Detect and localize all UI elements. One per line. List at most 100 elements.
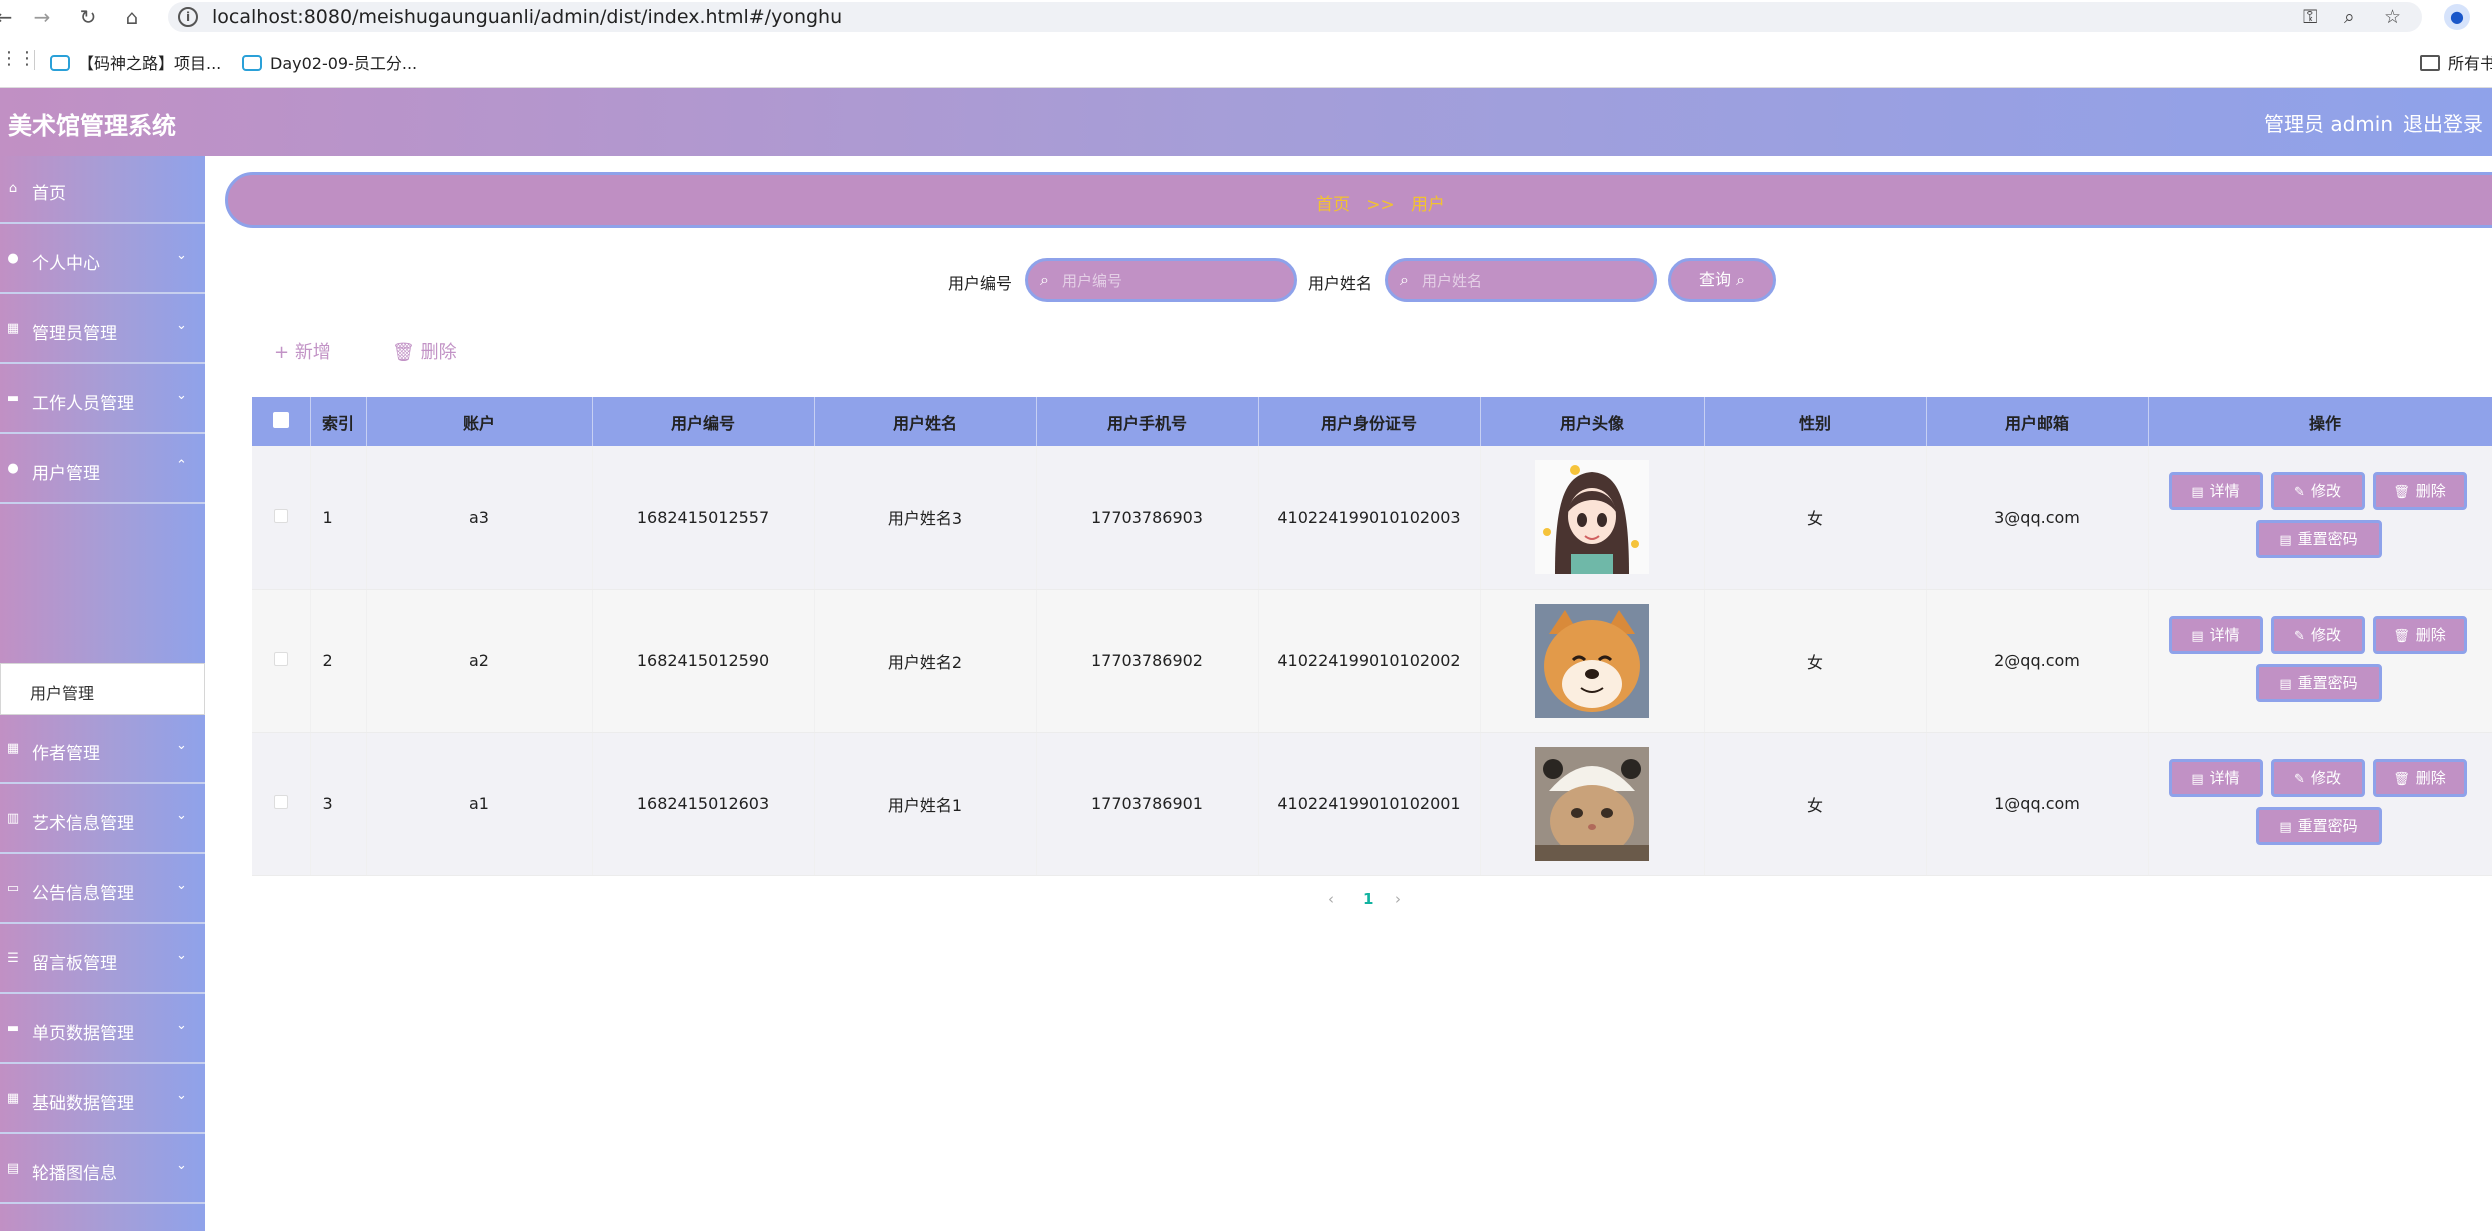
bookmark-label: Day02-09-员工分... (270, 54, 418, 73)
column-header: 用户身份证号 (1258, 397, 1481, 446)
user-no-input-wrap[interactable]: ⌕ (1025, 258, 1297, 302)
table-header-row: 索引 账户 用户编号 用户姓名 用户手机号 用户身份证号 用户头像 性别 用户邮… (252, 397, 2492, 446)
profile-icon[interactable]: ● (2444, 4, 2470, 30)
sidebar-item-label: 公告信息管理 (32, 884, 134, 904)
star-icon[interactable]: ☆ (2384, 6, 2401, 28)
row-checkbox[interactable] (252, 732, 311, 876)
table-row: 2 a2 1682415012590 用户姓名2 17703786902 410… (252, 589, 2492, 733)
user-no-label: 用户编号 (948, 274, 1013, 293)
cell-user-no: 1682415012603 (592, 732, 815, 876)
cell-index: 3 (310, 732, 367, 876)
cell-avatar (1480, 732, 1705, 876)
user-icon: ● (7, 251, 19, 266)
select-all-checkbox[interactable] (252, 397, 311, 446)
user-icon: ● (7, 461, 19, 476)
prev-page-icon[interactable]: ‹ (1328, 890, 1334, 908)
edit-button[interactable]: ✎ 修改 (2270, 615, 2365, 654)
edit-icon: ✎ (2294, 485, 2305, 500)
delete-button[interactable]: 🗑 删除 (2372, 615, 2467, 654)
delete-button-label: 删除 (420, 342, 457, 363)
reset-password-label: 重置密码 (2297, 816, 2358, 835)
column-header: 用户编号 (592, 397, 815, 446)
key-icon[interactable]: ⚿ (2303, 6, 2317, 28)
sidebar-item-label: 基础数据管理 (32, 1094, 134, 1114)
detail-button[interactable]: ▤ 详情 (2168, 758, 2263, 797)
chevron-down-icon: ⌄ (176, 1158, 187, 1173)
cell-user-no: 1682415012590 (592, 589, 815, 733)
detail-button[interactable]: ▤ 详情 (2168, 615, 2263, 654)
reload-icon[interactable]: ↻ (74, 3, 102, 31)
edit-icon: ✎ (2294, 771, 2305, 787)
reset-password-button[interactable]: ▤ 重置密码 (2255, 520, 2382, 558)
reset-password-button[interactable]: ▤ 重置密码 (2255, 663, 2382, 702)
sidebar-item-notice-management[interactable]: ▭ 公告信息管理 ⌄ (0, 856, 205, 924)
all-bookmarks[interactable]: 所有书 (2420, 50, 2492, 74)
folder-icon (2420, 55, 2440, 71)
sidebar-item-user-management[interactable]: ● 用户管理 ⌃ (0, 436, 205, 504)
list-icon: ☰ (7, 951, 19, 966)
add-button-label: 新增 (294, 342, 331, 363)
edit-icon: ✎ (2294, 628, 2305, 644)
sidebar-subitem-user-management[interactable]: 用户管理 (0, 663, 205, 715)
checkbox-icon (273, 508, 288, 523)
edit-button[interactable]: ✎ 修改 (2270, 758, 2365, 797)
breadcrumb-home[interactable]: 首页 (1316, 195, 1350, 215)
user-name-input-wrap[interactable]: ⌕ (1385, 258, 1657, 302)
cell-phone: 17703786901 (1036, 732, 1259, 876)
add-button[interactable]: + 新增 (274, 338, 331, 364)
chevron-up-icon: ⌃ (176, 458, 187, 473)
sidebar-item-staff-management[interactable]: ▬ 工作人员管理 ⌄ (0, 366, 205, 434)
edit-button[interactable]: ✎ 修改 (2270, 472, 2365, 510)
batch-delete-button[interactable]: 🗑 删除 (392, 338, 457, 364)
sidebar-item-single-page-data[interactable]: ▬ 单页数据管理 ⌄ (0, 996, 205, 1064)
sidebar-item-personal-center[interactable]: ● 个人中心 ⌄ (0, 226, 205, 294)
cell-index: 2 (310, 589, 367, 733)
bookmark-item[interactable]: 【码神之路】项目... (50, 50, 221, 74)
reset-password-button[interactable]: ▤ 重置密码 (2255, 806, 2382, 845)
trash-icon: 🗑 (2393, 485, 2410, 500)
cell-name: 用户姓名3 (814, 446, 1037, 590)
page-number-current[interactable]: 1 (1363, 890, 1373, 908)
column-header: 性别 (1704, 397, 1927, 446)
apps-icon[interactable]: ⋮⋮ (0, 48, 36, 69)
sidebar-item-message-board[interactable]: ☰ 留言板管理 ⌄ (0, 926, 205, 994)
detail-label: 详情 (2209, 625, 2240, 644)
next-page-icon[interactable]: › (1395, 890, 1401, 908)
home-icon: ⌂ (8, 181, 18, 196)
info-icon[interactable]: i (178, 7, 198, 27)
chevron-down-icon: ⌄ (176, 1018, 187, 1033)
row-checkbox[interactable] (252, 589, 311, 733)
home-icon[interactable]: ⌂ (118, 3, 146, 31)
delete-label: 删除 (2415, 625, 2446, 644)
column-header: 用户邮箱 (1926, 397, 2149, 446)
sidebar-item-basic-data[interactable]: ▦ 基础数据管理 ⌄ (0, 1066, 205, 1134)
avatar-shiba-dog[interactable] (1535, 603, 1649, 718)
cell-email: 3@qq.com (1926, 446, 2149, 590)
sidebar-item-art-info-management[interactable]: ▥ 艺术信息管理 ⌄ (0, 786, 205, 854)
sidebar-item-author-management[interactable]: ▦ 作者管理 ⌄ (0, 716, 205, 784)
row-checkbox[interactable] (252, 446, 311, 590)
query-button[interactable]: 查询 ⌕ (1668, 258, 1776, 302)
logout-link[interactable]: 退出登录 (2403, 108, 2483, 137)
zoom-icon[interactable]: ⌕ (2344, 6, 2355, 28)
cell-name: 用户姓名2 (814, 589, 1037, 733)
detail-button[interactable]: ▤ 详情 (2168, 472, 2263, 510)
avatar-cat-hat[interactable] (1535, 746, 1649, 861)
sidebar-item-carousel-info[interactable]: ▤ 轮播图信息 ⌄ (0, 1136, 205, 1204)
delete-button[interactable]: 🗑 删除 (2372, 758, 2467, 797)
forward-icon[interactable]: → (28, 3, 56, 31)
delete-button[interactable]: 🗑 删除 (2372, 472, 2467, 510)
user-no-input[interactable] (1062, 271, 1282, 291)
user-name-input[interactable] (1422, 271, 1642, 291)
sidebar-item-admin-management[interactable]: ▦ 管理员管理 ⌄ (0, 296, 205, 364)
address-bar[interactable]: i localhost:8080/meishugaunguanli/admin/… (168, 2, 2422, 32)
bookmark-item[interactable]: Day02-09-员工分... (242, 50, 417, 74)
plus-icon: + (274, 342, 295, 363)
app-header: 美术馆管理系统 管理员 admin 退出登录 (0, 88, 2492, 156)
table-row: 1 a3 1682415012557 用户姓名3 17703786903 410… (252, 446, 2492, 590)
cell-id-card: 410224199010102001 (1258, 732, 1481, 876)
message-icon: ▭ (6, 881, 20, 896)
sidebar-item-home[interactable]: ⌂ 首页 (0, 156, 205, 224)
back-icon[interactable]: ← (0, 3, 18, 31)
avatar-anime-girl[interactable] (1535, 460, 1649, 575)
